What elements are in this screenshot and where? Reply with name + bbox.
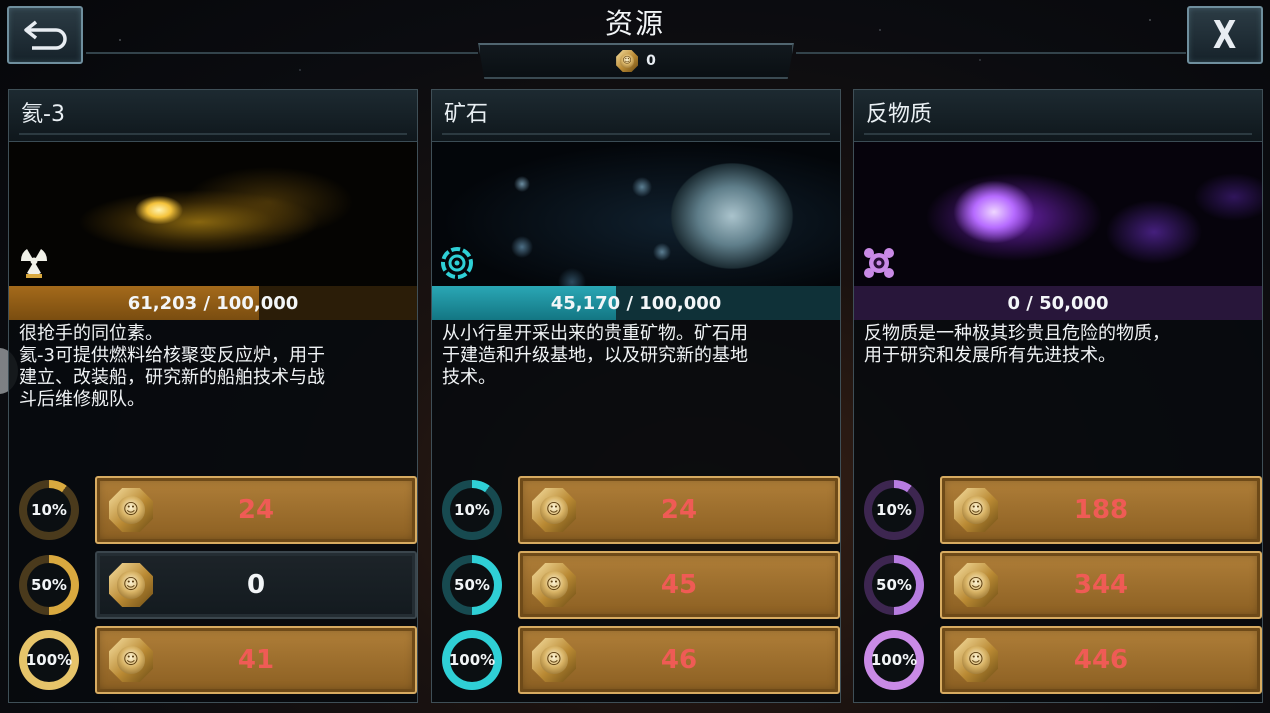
buy-option-row: 50% ☺ 45 (442, 551, 840, 619)
buy-button[interactable]: ☺ 46 (518, 626, 840, 694)
percent-ring: 100% (864, 630, 924, 690)
price-label: 344 (1073, 570, 1129, 600)
buy-option-row: 100% ☺ 46 (442, 626, 840, 694)
resource-description: 反物质是一种极其珍贵且危险的物质， 用于研究和发展所有先进技术。 (864, 323, 1170, 366)
resource-panel-antimatter: 反物质 0 / 50,000 反物质是一种极其珍贵且危险的物质， 用于研究和发展… (853, 89, 1263, 703)
percent-ring: 50% (19, 555, 79, 615)
coin-icon: ☺ (616, 50, 639, 72)
coin-icon: ☺ (954, 638, 998, 682)
percent-label: 10% (454, 501, 490, 519)
price-label: 46 (660, 645, 698, 675)
header-divider-left (86, 52, 478, 54)
buy-option-row: 100% ☺ 41 (19, 626, 417, 694)
buy-button-disabled[interactable]: ☺ 0 (95, 551, 417, 619)
resource-panel-ore: 矿石 45,170 / 100,000 从小行星开采出来的贵重矿物。矿石用 于建… (431, 89, 841, 703)
header-divider-right (796, 52, 1186, 54)
buy-button[interactable]: ☺ 45 (518, 551, 840, 619)
percent-ring: 50% (442, 555, 502, 615)
progress-text: 61,203 / 100,000 (127, 292, 299, 314)
percent-ring: 100% (19, 630, 79, 690)
buy-button[interactable]: ☺ 41 (95, 626, 417, 694)
percent-label: 50% (31, 576, 67, 594)
coin-icon: ☺ (532, 488, 576, 532)
buy-button[interactable]: ☺ 24 (95, 476, 417, 544)
percent-ring: 10% (19, 480, 79, 540)
percent-label: 100% (25, 651, 73, 669)
percent-label: 100% (870, 651, 918, 669)
panel-title: 反物质 (854, 90, 1262, 142)
coin-icon: ☺ (109, 638, 153, 682)
buy-option-row: 10% ☺ 24 (442, 476, 840, 544)
resource-panel-helium3: 氦-3 61,203 / 100,000 很抢手的同位素。 氦-3可提供燃料给核… (8, 89, 418, 703)
coin-icon: ☺ (532, 563, 576, 607)
page-title: 资源 (604, 7, 665, 40)
buy-button[interactable]: ☺ 188 (940, 476, 1262, 544)
percent-label: 100% (448, 651, 496, 669)
panel-title: 矿石 (432, 90, 840, 142)
price-label: 24 (237, 495, 275, 525)
panel-title: 氦-3 (9, 90, 417, 142)
resource-description: 很抢手的同位素。 氦-3可提供燃料给核聚变反应炉，用于 建立、改装船，研究新的船… (19, 323, 325, 410)
progress-text: 45,170 / 100,000 (550, 292, 722, 314)
percent-ring: 10% (442, 480, 502, 540)
helium3-progress-bar: 61,203 / 100,000 (9, 286, 417, 320)
ore-image (432, 142, 840, 286)
price-label: 24 (660, 495, 698, 525)
buy-option-row: 100% ☺ 446 (864, 626, 1262, 694)
buy-button[interactable]: ☺ 344 (940, 551, 1262, 619)
buy-button[interactable]: ☺ 446 (940, 626, 1262, 694)
price-label: 41 (237, 645, 275, 675)
price-label: 188 (1073, 495, 1129, 525)
buy-option-row: 50% ☺ 344 (864, 551, 1262, 619)
helium3-image (9, 142, 417, 286)
antimatter-icon (862, 246, 896, 280)
coin-icon: ☺ (532, 638, 576, 682)
coin-icon: ☺ (954, 488, 998, 532)
price-label: 446 (1073, 645, 1129, 675)
percent-label: 50% (876, 576, 912, 594)
percent-ring: 50% (864, 555, 924, 615)
coin-icon: ☺ (109, 488, 153, 532)
ore-target-icon (440, 246, 474, 280)
coin-icon: ☺ (109, 563, 153, 607)
ore-progress-bar: 45,170 / 100,000 (432, 286, 840, 320)
resource-description: 从小行星开采出来的贵重矿物。矿石用 于建造和升级基地，以及研究新的基地 技术。 (442, 323, 748, 388)
currency-display: ☺ 0 (478, 43, 794, 79)
radiation-icon (17, 246, 51, 280)
progress-text: 0 / 50,000 (1007, 292, 1109, 314)
currency-value: 0 (646, 53, 656, 69)
antimatter-progress-bar: 0 / 50,000 (854, 286, 1262, 320)
price-label: 45 (660, 570, 698, 600)
percent-ring: 100% (442, 630, 502, 690)
buy-option-row: 10% ☺ 24 (19, 476, 417, 544)
price-label: 0 (246, 570, 266, 600)
percent-label: 10% (31, 501, 67, 519)
buy-option-row: 10% ☺ 188 (864, 476, 1262, 544)
percent-label: 50% (454, 576, 490, 594)
percent-ring: 10% (864, 480, 924, 540)
coin-icon: ☺ (954, 563, 998, 607)
antimatter-image (854, 142, 1262, 286)
buy-option-row: 50% ☺ 0 (19, 551, 417, 619)
buy-button[interactable]: ☺ 24 (518, 476, 840, 544)
percent-label: 10% (876, 501, 912, 519)
